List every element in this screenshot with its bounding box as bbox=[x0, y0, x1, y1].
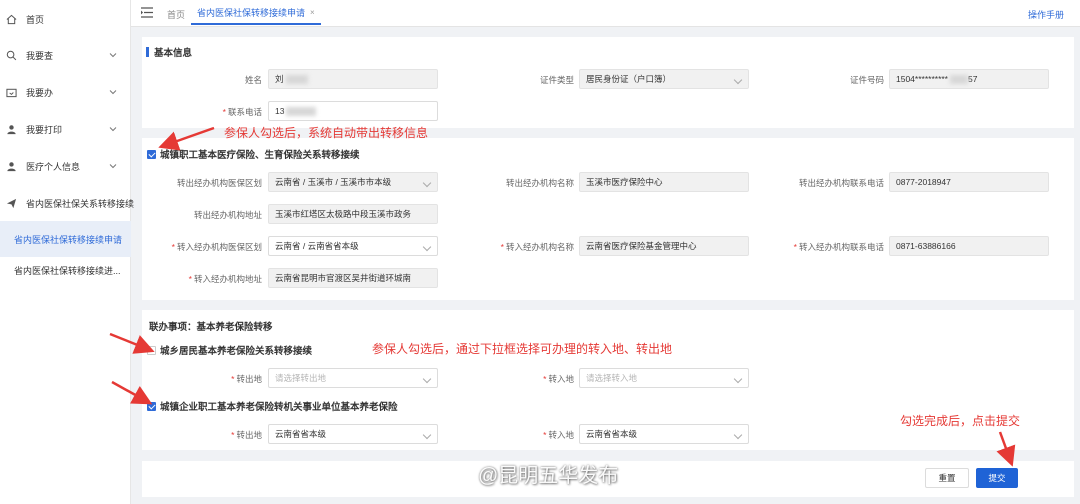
arrow-to-urban-checkbox bbox=[111, 380, 153, 405]
annotation-arrows bbox=[109, 126, 1016, 467]
arrow-to-submit bbox=[996, 431, 1016, 467]
watermark: @昆明五华发布 bbox=[444, 459, 618, 488]
watermark-text: @昆明五华发布 bbox=[478, 465, 619, 487]
arrow-to-medical-checkbox bbox=[158, 126, 215, 151]
weibo-icon bbox=[445, 464, 473, 485]
arrow-to-rural-checkbox bbox=[109, 332, 155, 354]
